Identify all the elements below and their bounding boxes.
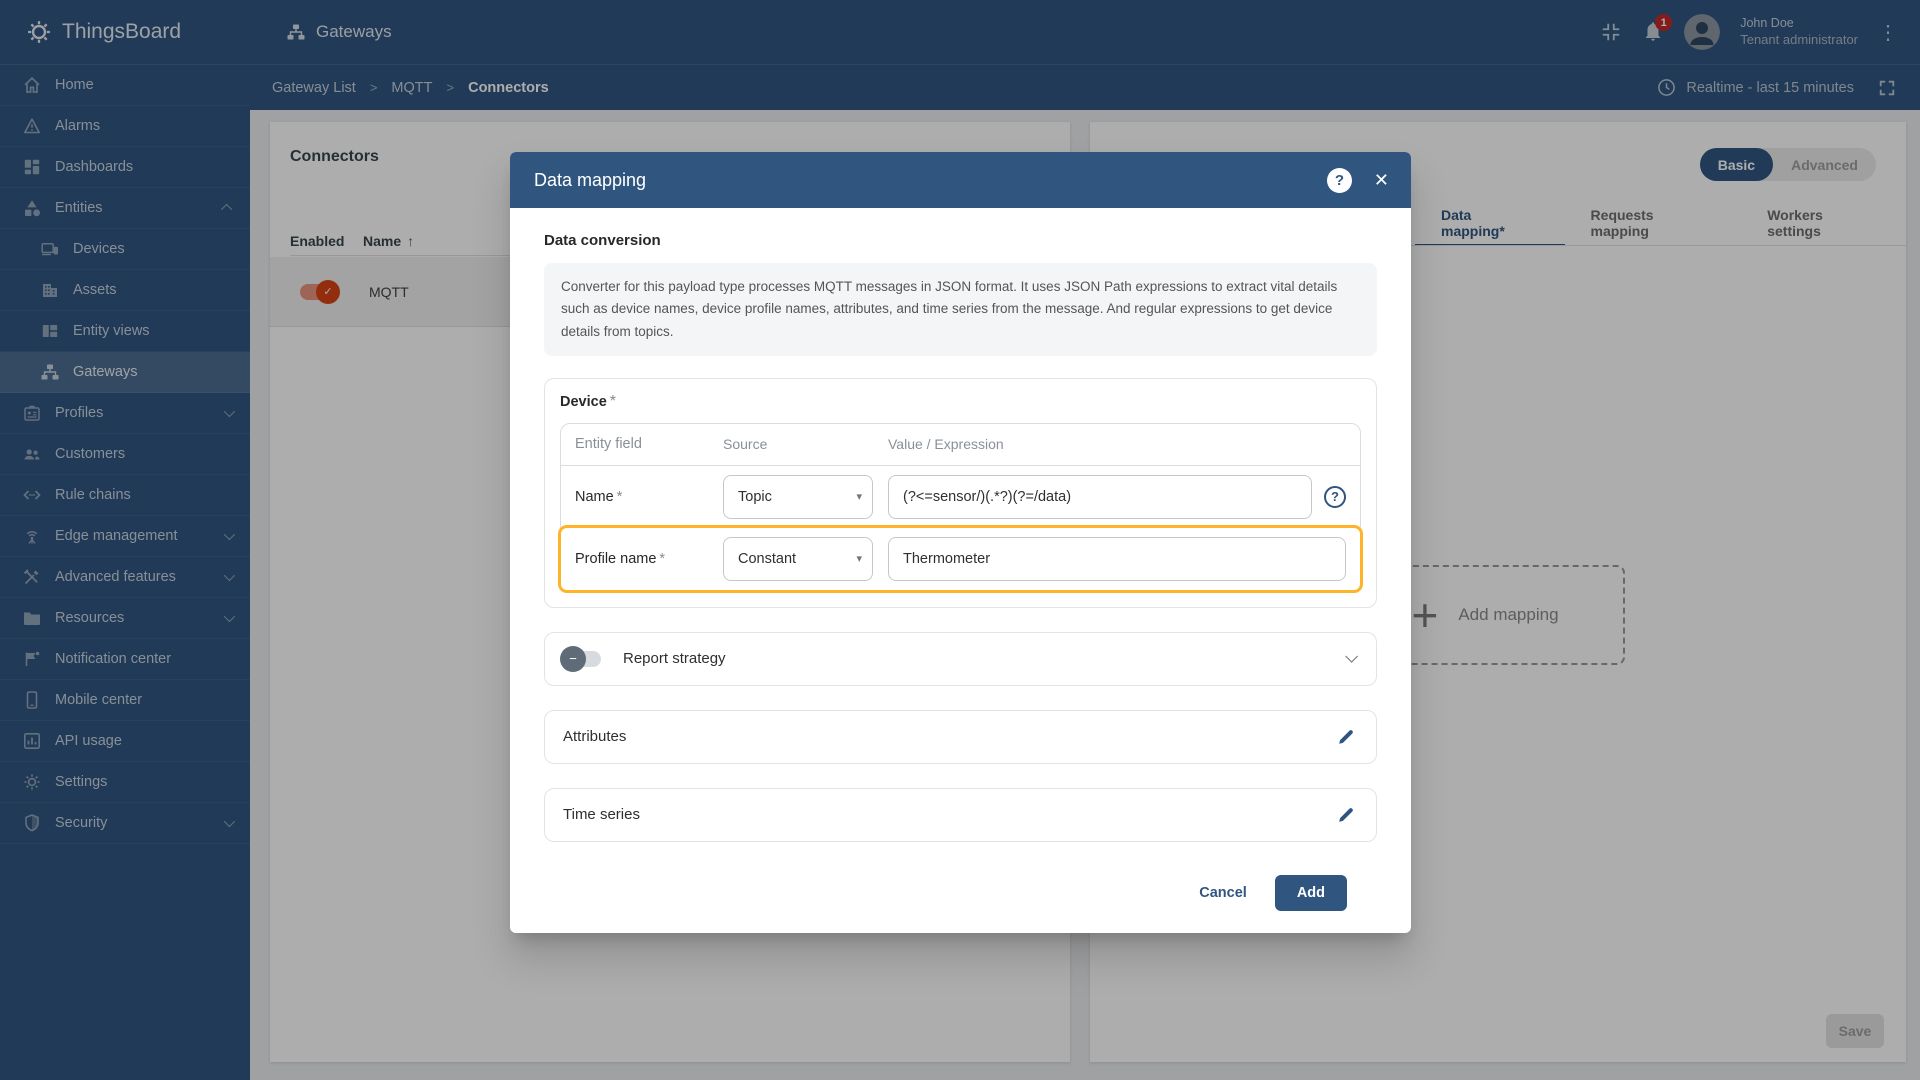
chevron-down-icon[interactable]	[1345, 650, 1358, 664]
data-conversion-title: Data conversion	[544, 232, 661, 249]
dialog-help-icon[interactable]: ?	[1326, 167, 1352, 193]
close-icon[interactable]: ✕	[1374, 170, 1389, 191]
dropdown-arrow-icon: ▾	[856, 553, 862, 566]
edit-attributes-icon[interactable]	[1336, 727, 1356, 747]
selected-option: Constant	[738, 550, 797, 567]
column-entity-field: Entity field	[575, 436, 642, 453]
data-mapping-dialog: Data mapping ? ✕ Data conversion Convert…	[510, 152, 1411, 933]
required-mark: *	[616, 488, 623, 505]
attributes-section: Attributes	[544, 709, 1377, 764]
report-strategy-section: − Report strategy	[544, 631, 1377, 686]
converter-description: Converter for this payload type processe…	[544, 263, 1377, 356]
column-value-expression: Value / Expression	[888, 436, 1004, 453]
name-source-select[interactable]: Topic ▾	[723, 474, 873, 519]
device-table-header: Entity field Source Value / Expression	[561, 424, 1360, 466]
attributes-label: Attributes	[563, 728, 627, 746]
expression-help-icon[interactable]: ?	[1324, 485, 1346, 508]
dialog-header: Data mapping ? ✕	[510, 152, 1411, 208]
profile-source-select[interactable]: Constant ▾	[723, 536, 873, 581]
report-strategy-toggle[interactable]: −	[560, 645, 601, 672]
field-label: Profile name	[575, 550, 657, 567]
device-fieldset: Device * Entity field Source Value / Expr…	[544, 377, 1377, 608]
device-table: Entity field Source Value / Expression N…	[560, 422, 1361, 591]
dialog-title: Data mapping	[534, 169, 647, 190]
report-strategy-label: Report strategy	[623, 650, 726, 668]
cancel-button[interactable]: Cancel	[1199, 885, 1247, 901]
device-row-profile-name: Profile name * Constant ▾	[561, 527, 1360, 590]
name-expression-input[interactable]	[888, 474, 1312, 519]
column-source: Source	[723, 436, 768, 453]
time-series-section: Time series	[544, 787, 1377, 842]
minus-icon: −	[569, 651, 577, 667]
dialog-footer: Cancel Add	[544, 857, 1377, 933]
time-series-label: Time series	[563, 806, 640, 824]
profile-value-input[interactable]	[888, 536, 1346, 581]
add-button[interactable]: Add	[1274, 875, 1347, 911]
dialog-body: Data conversion Converter for this paylo…	[510, 208, 1411, 933]
field-label: Name	[575, 488, 614, 505]
device-title: Device	[560, 393, 607, 410]
device-row-name: Name* Topic ▾ ?	[561, 466, 1360, 528]
required-mark: *	[609, 392, 616, 410]
dropdown-arrow-icon: ▾	[856, 491, 862, 504]
selected-option: Topic	[738, 488, 772, 505]
edit-time-series-icon[interactable]	[1336, 805, 1356, 825]
required-mark: *	[659, 550, 666, 567]
